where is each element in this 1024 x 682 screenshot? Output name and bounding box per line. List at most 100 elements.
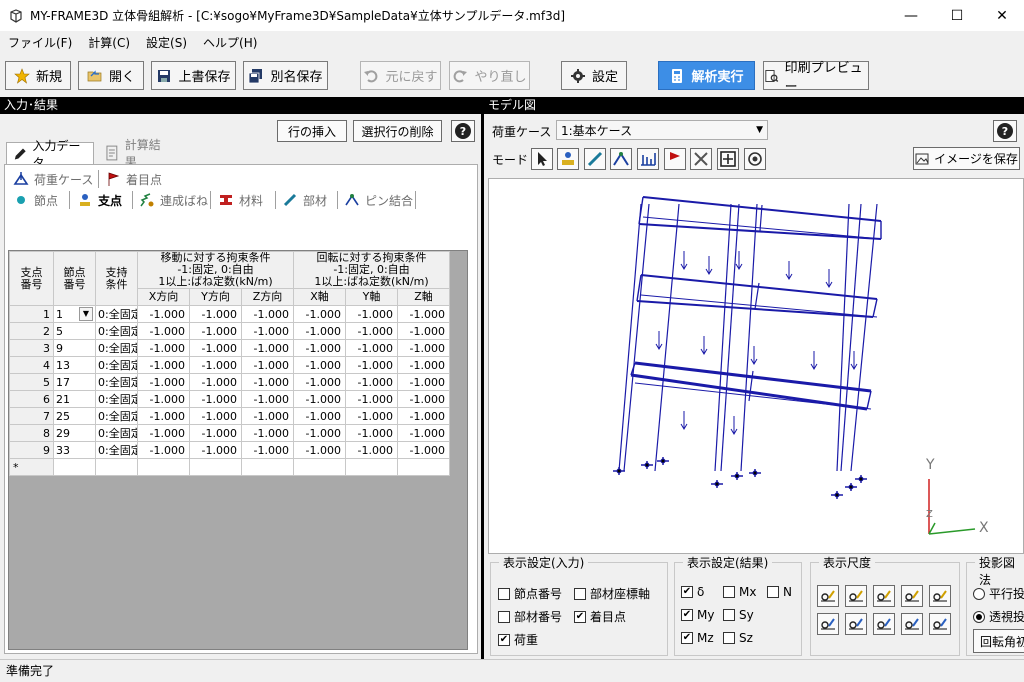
row-number-cell[interactable]: 4	[9, 356, 54, 374]
constraint-value-cell[interactable]: -1.000	[345, 305, 398, 323]
constraint-value-cell[interactable]: -1.000	[293, 339, 346, 357]
subtab-support[interactable]: 支点	[77, 190, 122, 210]
member-number-checkbox[interactable]: 部材番号	[498, 608, 562, 625]
focus-point-checkbox[interactable]: ✔ 着目点	[574, 608, 626, 625]
node-number-cell[interactable]: 33	[53, 441, 96, 459]
menu-file[interactable]: ファイル(F)	[8, 34, 72, 51]
left-help-button[interactable]: ?	[451, 120, 475, 142]
empty-cell[interactable]	[95, 458, 138, 476]
maximize-button[interactable]: ☐	[934, 0, 980, 31]
subtab-focus-point[interactable]: 着目点	[105, 169, 162, 189]
table-row[interactable]: 9 33 0:全固定 -1.000 -1.000 -1.000 -1.000 -1.000 -1…	[9, 441, 450, 459]
node-number-cell[interactable]: 13	[53, 356, 96, 374]
constraint-value-cell[interactable]: -1.000	[189, 305, 242, 323]
table-row[interactable]: 6 21 0:全固定 -1.000 -1.000 -1.000 -1.000 -1.000 -1…	[9, 390, 450, 408]
constraint-value-cell[interactable]: -1.000	[345, 424, 398, 442]
constraint-value-cell[interactable]: -1.000	[397, 322, 450, 340]
open-button[interactable]: 開く	[78, 61, 144, 90]
support-condition-cell[interactable]: 0:全固定	[95, 407, 138, 425]
constraint-value-cell[interactable]: -1.000	[241, 339, 294, 357]
node-number-checkbox[interactable]: 節点番号	[498, 585, 562, 602]
constraint-value-cell[interactable]: -1.000	[345, 322, 398, 340]
new-button[interactable]: 新規	[5, 61, 71, 90]
undo-button[interactable]: 元に戻す	[360, 61, 441, 90]
minimize-button[interactable]: —	[888, 0, 934, 31]
right-help-button[interactable]: ?	[993, 120, 1017, 142]
row-number-cell[interactable]: 9	[9, 441, 54, 459]
row-number-cell[interactable]: 6	[9, 390, 54, 408]
run-analysis-button[interactable]: 解析実行	[658, 61, 755, 90]
constraint-value-cell[interactable]: -1.000	[189, 373, 242, 391]
table-row[interactable]: 3 9 0:全固定 -1.000 -1.000 -1.000 -1.000 -1.000 -1.…	[9, 339, 450, 357]
constraint-value-cell[interactable]: -1.000	[189, 339, 242, 357]
subtab-load-case[interactable]: 荷重ケース	[13, 169, 93, 189]
subtab-pin-joint[interactable]: ピン結合	[344, 190, 413, 210]
constraint-value-cell[interactable]: -1.000	[241, 356, 294, 374]
subtab-node[interactable]: 節点	[13, 190, 58, 210]
tab-input-data[interactable]: 入力データ	[6, 139, 94, 170]
row-number-cell[interactable]: 8	[9, 424, 54, 442]
mode-load-button[interactable]	[637, 148, 659, 170]
table-row[interactable]: 5 17 0:全固定 -1.000 -1.000 -1.000 -1.000 -1.000 -1…	[9, 373, 450, 391]
print-preview-button[interactable]: 印刷プレビュー	[763, 61, 869, 95]
constraint-value-cell[interactable]: -1.000	[345, 373, 398, 391]
scale-button[interactable]	[873, 585, 895, 607]
node-number-cell[interactable]: 21	[53, 390, 96, 408]
constraint-value-cell[interactable]: -1.000	[293, 407, 346, 425]
scale-button[interactable]	[817, 613, 839, 635]
constraint-value-cell[interactable]: -1.000	[137, 305, 190, 323]
scale-button[interactable]	[929, 585, 951, 607]
mode-pin-button[interactable]	[610, 148, 632, 170]
scale-button[interactable]	[845, 585, 867, 607]
node-number-cell[interactable]: 17	[53, 373, 96, 391]
constraint-value-cell[interactable]: -1.000	[293, 356, 346, 374]
support-condition-cell[interactable]: 0:全固定	[95, 441, 138, 459]
constraint-value-cell[interactable]: -1.000	[241, 424, 294, 442]
table-row[interactable]: 1 1 ▼ 0:全固定 -1.000 -1.000 -1.000 -1.000 -1.000 -1…	[9, 305, 450, 323]
row-number-cell[interactable]: 7	[9, 407, 54, 425]
constraint-value-cell[interactable]: -1.000	[293, 373, 346, 391]
save-image-button[interactable]: イメージを保存	[913, 147, 1020, 170]
constraint-value-cell[interactable]: -1.000	[397, 339, 450, 357]
settings-button[interactable]: 設定	[561, 61, 627, 90]
constraint-value-cell[interactable]: -1.000	[137, 390, 190, 408]
node-number-cell[interactable]: 1 ▼	[53, 305, 96, 323]
constraint-value-cell[interactable]: -1.000	[189, 356, 242, 374]
constraint-value-cell[interactable]: -1.000	[137, 373, 190, 391]
table-row[interactable]: 4 13 0:全固定 -1.000 -1.000 -1.000 -1.000 -1.000 -1…	[9, 356, 450, 374]
constraint-value-cell[interactable]: -1.000	[241, 373, 294, 391]
delete-row-button[interactable]: 選択行の削除	[353, 120, 442, 142]
constraint-value-cell[interactable]: -1.000	[137, 441, 190, 459]
scale-button[interactable]	[901, 613, 923, 635]
row-number-cell[interactable]: 3	[9, 339, 54, 357]
support-condition-cell[interactable]: 0:全固定	[95, 424, 138, 442]
sz-checkbox[interactable]: Sz	[723, 631, 753, 645]
my-checkbox[interactable]: ✔ My	[681, 608, 714, 622]
constraint-value-cell[interactable]: -1.000	[397, 305, 450, 323]
support-condition-cell[interactable]: 0:全固定	[95, 305, 138, 323]
mx-checkbox[interactable]: Mx	[723, 585, 756, 599]
n-checkbox[interactable]: N	[767, 585, 792, 599]
constraint-value-cell[interactable]: -1.000	[345, 407, 398, 425]
constraint-value-cell[interactable]: -1.000	[345, 339, 398, 357]
constraint-value-cell[interactable]: -1.000	[397, 407, 450, 425]
constraint-value-cell[interactable]: -1.000	[293, 424, 346, 442]
table-row[interactable]: 8 29 0:全固定 -1.000 -1.000 -1.000 -1.000 -1.000 -1…	[9, 424, 450, 442]
save-button[interactable]: 上書保存	[151, 61, 236, 90]
support-condition-cell[interactable]: 0:全固定	[95, 322, 138, 340]
mode-member-button[interactable]	[584, 148, 606, 170]
new-row[interactable]: *	[9, 458, 450, 476]
constraint-value-cell[interactable]: -1.000	[189, 441, 242, 459]
constraint-value-cell[interactable]: -1.000	[189, 322, 242, 340]
delta-checkbox[interactable]: ✔ δ	[681, 585, 704, 599]
constraint-value-cell[interactable]: -1.000	[397, 390, 450, 408]
support-condition-cell[interactable]: 0:全固定	[95, 373, 138, 391]
constraint-value-cell[interactable]: -1.000	[397, 441, 450, 459]
mode-support-button[interactable]	[557, 148, 579, 170]
tab-calc-result[interactable]: 計算結果	[98, 138, 178, 169]
reset-rotation-button[interactable]: 回転角初	[973, 629, 1024, 653]
empty-cell[interactable]	[241, 458, 294, 476]
constraint-value-cell[interactable]: -1.000	[189, 390, 242, 408]
scale-button[interactable]	[873, 613, 895, 635]
subtab-material[interactable]: 材料	[218, 190, 263, 210]
